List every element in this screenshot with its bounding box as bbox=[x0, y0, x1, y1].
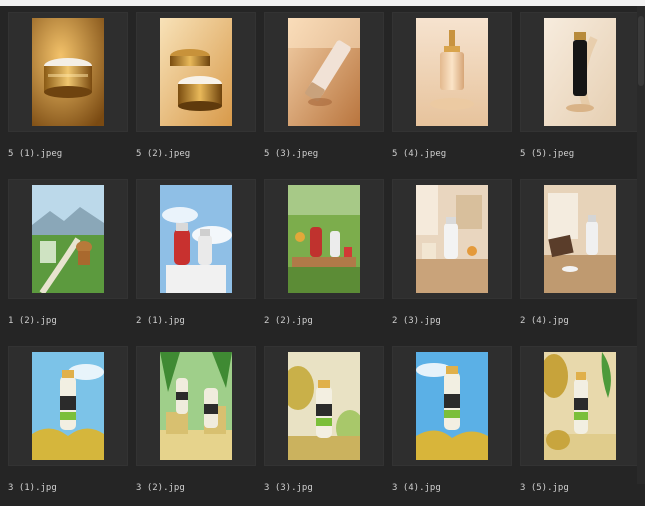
file-item[interactable]: 5 (4).jpeg bbox=[392, 12, 512, 172]
thumbnail-image[interactable] bbox=[416, 18, 488, 126]
file-item[interactable]: 2 (4).jpg bbox=[520, 179, 640, 339]
thumbnail-image[interactable] bbox=[544, 185, 616, 293]
thumbnail-frame[interactable] bbox=[136, 12, 256, 132]
thumbnail-frame[interactable] bbox=[264, 179, 384, 299]
file-thumbnail-grid: 5 (1).jpeg 5 (2).jpeg 5 (3).jpeg 5 (4).j… bbox=[0, 6, 645, 493]
thumbnail-image[interactable] bbox=[160, 18, 232, 126]
thumbnail-image[interactable] bbox=[544, 18, 616, 126]
thumbnail-frame[interactable] bbox=[8, 346, 128, 466]
file-item[interactable]: 3 (5).jpg bbox=[520, 346, 640, 506]
file-name-label: 5 (1).jpeg bbox=[8, 149, 63, 159]
file-name-label: 2 (2).jpg bbox=[264, 316, 313, 326]
file-name-label: 1 (2).jpg bbox=[8, 316, 57, 326]
thumbnail-frame[interactable] bbox=[392, 346, 512, 466]
file-item[interactable]: 5 (2).jpeg bbox=[136, 12, 256, 172]
file-item[interactable]: 2 (1).jpg bbox=[136, 179, 256, 339]
thumbnail-frame[interactable] bbox=[264, 346, 384, 466]
thumbnail-frame[interactable] bbox=[520, 12, 640, 132]
thumbnail-frame[interactable] bbox=[520, 346, 640, 466]
file-name-label: 3 (1).jpg bbox=[8, 483, 57, 493]
thumbnail-image[interactable] bbox=[32, 18, 104, 126]
file-item[interactable]: 3 (1).jpg bbox=[8, 346, 128, 506]
file-item[interactable]: 3 (2).jpg bbox=[136, 346, 256, 506]
thumbnail-image[interactable] bbox=[32, 352, 104, 460]
scrollbar-thumb[interactable] bbox=[638, 16, 644, 86]
thumbnail-image[interactable] bbox=[160, 185, 232, 293]
file-name-label: 2 (3).jpg bbox=[392, 316, 441, 326]
thumbnail-image[interactable] bbox=[416, 185, 488, 293]
thumbnail-image[interactable] bbox=[288, 18, 360, 126]
file-name-label: 3 (5).jpg bbox=[520, 483, 569, 493]
file-name-label: 2 (4).jpg bbox=[520, 316, 569, 326]
file-name-label: 3 (2).jpg bbox=[136, 483, 185, 493]
file-name-label: 5 (3).jpeg bbox=[264, 149, 319, 159]
thumbnail-image[interactable] bbox=[288, 352, 360, 460]
thumbnail-image[interactable] bbox=[416, 352, 488, 460]
thumbnail-frame[interactable] bbox=[392, 12, 512, 132]
file-item[interactable]: 5 (1).jpeg bbox=[8, 12, 128, 172]
thumbnail-frame[interactable] bbox=[520, 179, 640, 299]
thumbnail-frame[interactable] bbox=[136, 179, 256, 299]
file-item[interactable]: 2 (2).jpg bbox=[264, 179, 384, 339]
thumbnail-image[interactable] bbox=[32, 185, 104, 293]
file-name-label: 5 (2).jpeg bbox=[136, 149, 191, 159]
thumbnail-image[interactable] bbox=[160, 352, 232, 460]
thumbnail-image[interactable] bbox=[544, 352, 616, 460]
file-item[interactable]: 5 (3).jpeg bbox=[264, 12, 384, 172]
file-item[interactable]: 5 (5).jpeg bbox=[520, 12, 640, 172]
thumbnail-frame[interactable] bbox=[392, 179, 512, 299]
thumbnail-frame[interactable] bbox=[136, 346, 256, 466]
thumbnail-frame[interactable] bbox=[8, 12, 128, 132]
file-item[interactable]: 3 (3).jpg bbox=[264, 346, 384, 506]
file-name-label: 5 (4).jpeg bbox=[392, 149, 447, 159]
file-item[interactable]: 3 (4).jpg bbox=[392, 346, 512, 506]
vertical-scrollbar[interactable] bbox=[637, 6, 645, 484]
thumbnail-frame[interactable] bbox=[264, 12, 384, 132]
file-name-label: 5 (5).jpeg bbox=[520, 149, 575, 159]
file-name-label: 2 (1).jpg bbox=[136, 316, 185, 326]
file-item[interactable]: 2 (3).jpg bbox=[392, 179, 512, 339]
thumbnail-image[interactable] bbox=[288, 185, 360, 293]
file-item[interactable]: 1 (2).jpg bbox=[8, 179, 128, 339]
file-name-label: 3 (3).jpg bbox=[264, 483, 313, 493]
file-name-label: 3 (4).jpg bbox=[392, 483, 441, 493]
thumbnail-frame[interactable] bbox=[8, 179, 128, 299]
